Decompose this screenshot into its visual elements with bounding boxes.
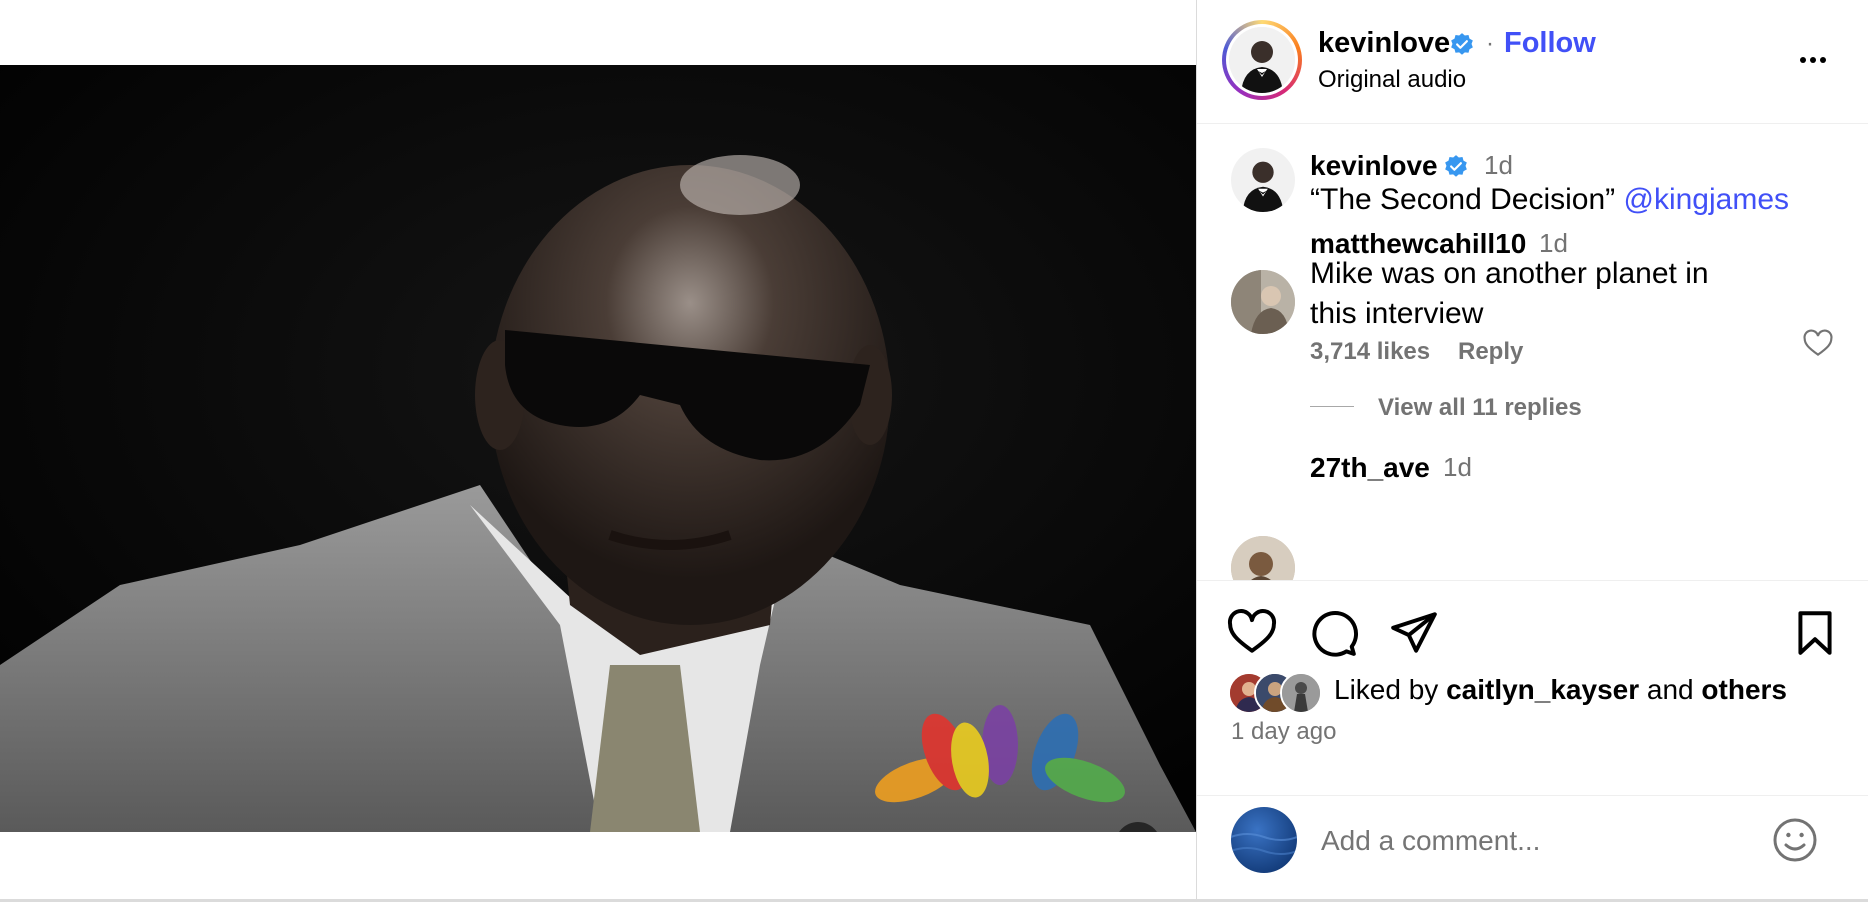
- liked-by-text: Liked by caitlyn_kayser and others: [1334, 674, 1787, 706]
- caption-username[interactable]: kevinlove: [1310, 150, 1438, 182]
- comment-bubble-icon[interactable]: [1309, 608, 1359, 658]
- emoji-icon[interactable]: [1771, 816, 1819, 864]
- reply-button[interactable]: Reply: [1458, 338, 1523, 366]
- comment-text-line: this interview: [1310, 297, 1484, 330]
- caption-text: “The Second Decision” @kingjames: [1310, 180, 1789, 220]
- commenter-photo: [1231, 536, 1295, 580]
- comment-input[interactable]: [1319, 818, 1743, 864]
- replies-line: [1310, 406, 1354, 407]
- comment-likes-count[interactable]: 3,714 likes: [1310, 338, 1430, 366]
- profile-photo: [1231, 148, 1295, 212]
- like-heart-icon[interactable]: [1227, 608, 1277, 658]
- commenter-photo: [1231, 270, 1295, 334]
- comment-username[interactable]: 27th_ave: [1310, 452, 1430, 484]
- view-replies-button[interactable]: View all 11 replies: [1378, 394, 1582, 422]
- liker-photo: [1282, 674, 1320, 712]
- caption-avatar[interactable]: [1231, 148, 1295, 212]
- comment-text-line: Mike was on another planet in: [1310, 257, 1709, 290]
- caption-time[interactable]: 1d: [1484, 150, 1513, 181]
- video-frame: [0, 65, 1196, 832]
- liked-by-prefix: Liked by: [1334, 674, 1447, 705]
- share-paper-plane-icon[interactable]: [1389, 608, 1439, 658]
- audio-label[interactable]: Original audio: [1318, 66, 1466, 94]
- header-username[interactable]: kevinlove: [1318, 27, 1450, 60]
- more-options-icon[interactable]: [1793, 36, 1833, 76]
- separator-dot: ·: [1486, 30, 1494, 57]
- caption-body: “The Second Decision”: [1310, 183, 1624, 216]
- liked-by-user[interactable]: caitlyn_kayser: [1446, 674, 1639, 705]
- post-timestamp[interactable]: 1 day ago: [1231, 718, 1336, 746]
- liker-avatar[interactable]: [1280, 672, 1322, 714]
- avatar[interactable]: [1229, 27, 1295, 93]
- liked-by-and: and: [1639, 674, 1702, 705]
- profile-photo: [1229, 27, 1295, 93]
- liked-by-others[interactable]: others: [1701, 674, 1787, 705]
- media-pane: [0, 0, 1196, 902]
- post-header: kevinlove · Follow Original audio: [1197, 0, 1868, 124]
- comment-time[interactable]: 1d: [1443, 452, 1472, 483]
- verified-badge-icon: [1445, 155, 1467, 177]
- comment-avatar[interactable]: [1231, 536, 1295, 580]
- post-sidebar: kevinlove · Follow Original audio kevinl…: [1197, 0, 1868, 902]
- current-user-avatar: [1231, 807, 1297, 873]
- story-ring[interactable]: [1222, 20, 1302, 100]
- follow-button[interactable]: Follow: [1504, 27, 1596, 60]
- comment-avatar[interactable]: [1231, 270, 1295, 334]
- verified-badge-icon: [1451, 33, 1473, 55]
- comment-like-heart-icon[interactable]: [1802, 328, 1834, 360]
- comments-list[interactable]: kevinlove 1d “The Second Decision” @king…: [1197, 124, 1868, 581]
- save-bookmark-icon[interactable]: [1790, 608, 1840, 658]
- current-user-photo: [1231, 807, 1297, 873]
- video-player[interactable]: [0, 65, 1196, 832]
- add-comment-bar: [1197, 795, 1868, 903]
- comment-text: Mike was on another planet in this inter…: [1310, 254, 1709, 334]
- mention-link[interactable]: @kingjames: [1623, 183, 1789, 216]
